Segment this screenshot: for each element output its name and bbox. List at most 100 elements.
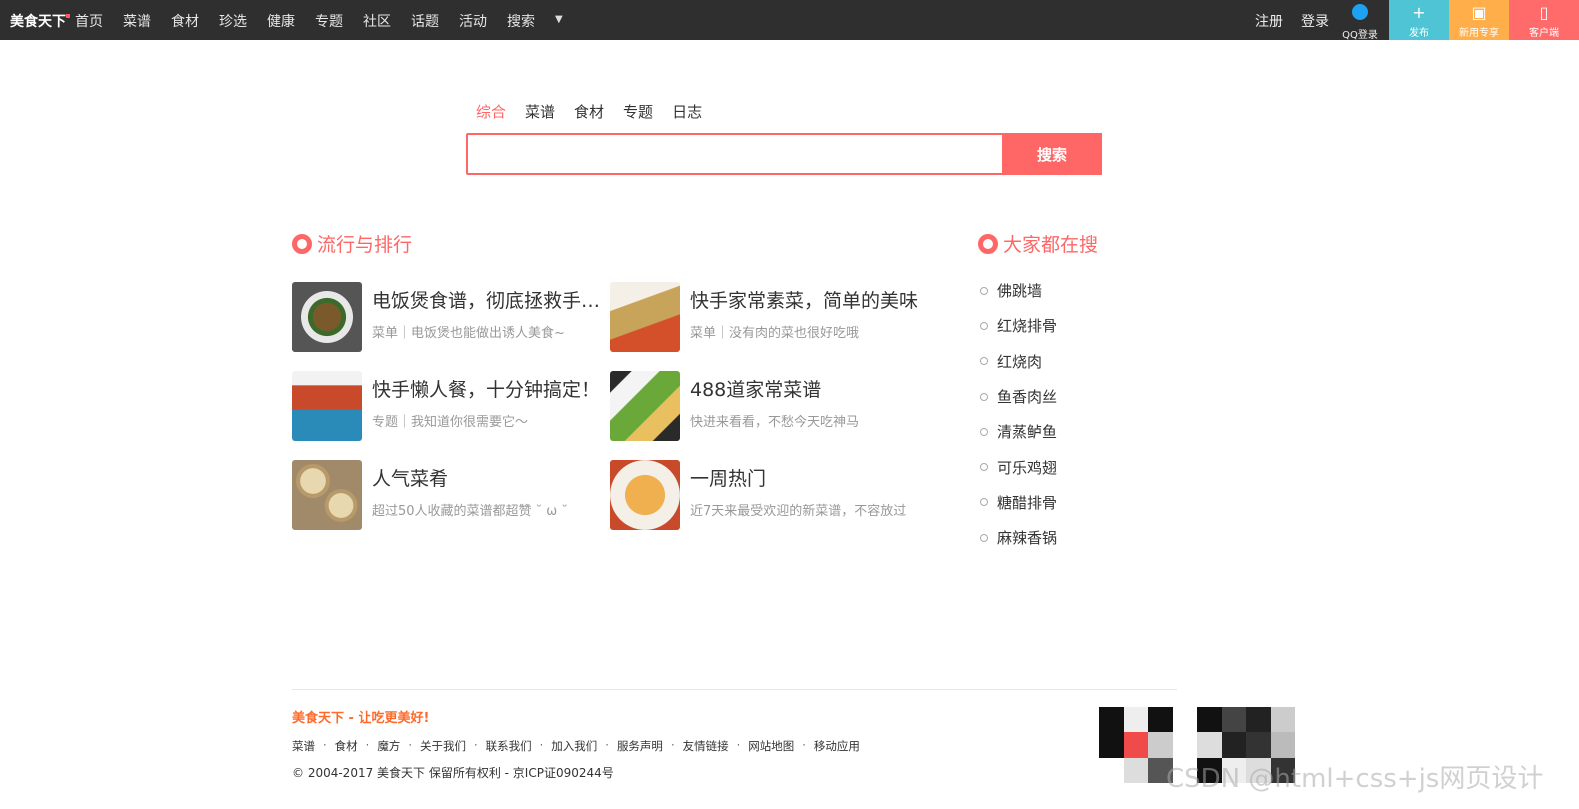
hot-search-title-text: 大家都在搜 (1003, 234, 1099, 256)
footer-link[interactable]: 加入我们 (551, 738, 597, 754)
hot-search-label: 清蒸鲈鱼 (997, 423, 1058, 442)
footer-link[interactable]: 联系我们 (486, 738, 532, 754)
separator: · (473, 738, 478, 752)
copyright-text: © 2004-2017 美食天下 保留所有权利 - 京ICP证090244号 (292, 766, 614, 780)
separator: · (736, 738, 741, 752)
separator: · (323, 738, 327, 752)
card-title: 电饭煲食谱，彻底拯救手残党 (372, 290, 612, 312)
search-box: 搜索 (466, 133, 1102, 175)
hot-search-item[interactable]: 鱼香肉丝 (980, 379, 1057, 414)
hot-search-label: 麻辣香锅 (997, 529, 1058, 548)
watermark: CSDN @html+css+js网页设计 (1166, 764, 1544, 794)
footer-link[interactable]: 菜谱 (292, 738, 315, 754)
popular-title-text: 流行与排行 (317, 234, 413, 256)
tab-diary[interactable]: 日志 (672, 101, 702, 122)
footer-divider (292, 689, 1177, 690)
caret-down-icon[interactable]: ▼ (555, 14, 563, 31)
footer-link[interactable]: 服务声明 (617, 738, 663, 754)
search-tabs: 综合 菜谱 食材 专题 日志 (476, 101, 702, 122)
separator: · (539, 738, 544, 752)
hot-search-label: 红烧肉 (997, 352, 1043, 371)
main-nav: 首页 菜谱 食材 珍选 健康 专题 社区 话题 活动 搜索 ▼ (75, 11, 563, 31)
card-desc: 快进来看看，不愁今天吃神马 (690, 415, 860, 430)
recipe-thumbnail (292, 460, 362, 530)
tab-all[interactable]: 综合 (476, 101, 506, 122)
gift-label: 新用专享 (1459, 28, 1499, 39)
footer-links: 菜谱 · 食材 · 魔方 · 关于我们 · 联系我们 · 加入我们 · 服务声明 · 友情链接… (292, 738, 860, 754)
nav-topics[interactable]: 专题 (315, 11, 343, 31)
search-input[interactable] (468, 135, 1004, 173)
qq-login-button[interactable] (1339, 4, 1381, 22)
popular-card[interactable]: 488道家常菜谱 快进来看看，不愁今天吃神马 (610, 371, 930, 441)
card-desc: 菜单｜电饭煲也能做出诱人美食~ (372, 326, 565, 341)
hot-search-item[interactable]: 佛跳墙 (980, 273, 1057, 308)
card-title: 人气菜肴 (372, 468, 449, 490)
nav-home[interactable]: 首页 (75, 11, 103, 31)
popular-card[interactable]: 一周热门 近7天来最受欢迎的新菜谱，不容放过 (610, 460, 930, 530)
card-title: 快手家常素菜，简单的美味 (690, 290, 919, 312)
nav-events[interactable]: 活动 (459, 11, 487, 31)
hot-search-item[interactable]: 麻辣香锅 (980, 520, 1057, 555)
hot-search-list: 佛跳墙 红烧排骨 红烧肉 鱼香肉丝 清蒸鲈鱼 可乐鸡翅 糖醋排骨 麻辣香锅 (980, 273, 1057, 555)
hot-search-item[interactable]: 糖醋排骨 (980, 485, 1057, 520)
plus-icon: + (1412, 3, 1426, 22)
nav-selection[interactable]: 珍选 (219, 11, 247, 31)
tab-ingredients[interactable]: 食材 (574, 101, 604, 122)
ring-icon (292, 233, 312, 254)
login-link[interactable]: 登录 (1301, 11, 1329, 31)
register-link[interactable]: 注册 (1255, 11, 1283, 31)
publish-button[interactable]: + 发布 (1389, 0, 1449, 40)
tab-topics[interactable]: 专题 (623, 101, 653, 122)
footer-slogan: 美食天下 - 让吃更美好! (292, 711, 430, 726)
popular-card[interactable]: 人气菜肴 超过50人收藏的菜谱都超赞 ˘ ω ˘ (292, 460, 612, 530)
hot-search-item[interactable]: 可乐鸡翅 (980, 449, 1057, 484)
popular-card[interactable]: 快手懒人餐，十分钟搞定！ 专题｜我知道你很需要它～ (292, 371, 612, 441)
phone-icon: ▯ (1539, 3, 1549, 22)
bullet-icon (980, 498, 988, 507)
bullet-icon (980, 357, 988, 366)
popular-card[interactable]: 电饭煲食谱，彻底拯救手残党 菜单｜电饭煲也能做出诱人美食~ (292, 282, 612, 352)
footer-link[interactable]: 关于我们 (420, 738, 466, 754)
qq-login-label: QQ登录 (1342, 30, 1378, 41)
hot-search-label: 糖醋排骨 (997, 493, 1058, 512)
account-links: 注册 登录 (1255, 11, 1329, 31)
footer-link[interactable]: 食材 (335, 738, 358, 754)
card-desc: 超过50人收藏的菜谱都超赞 ˘ ω ˘ (372, 504, 568, 519)
separator: · (605, 738, 609, 752)
bullet-icon (980, 533, 988, 542)
separator: · (408, 738, 412, 752)
separator: · (670, 738, 675, 752)
nav-discussion[interactable]: 话题 (411, 11, 439, 31)
hot-search-item[interactable]: 清蒸鲈鱼 (980, 414, 1057, 449)
nav-community[interactable]: 社区 (363, 11, 391, 31)
card-title: 488道家常菜谱 (690, 379, 822, 401)
nav-recipes[interactable]: 菜谱 (123, 11, 151, 31)
footer-link[interactable]: 移动应用 (814, 738, 860, 754)
bullet-icon (980, 427, 988, 436)
popular-card[interactable]: 快手家常素菜，简单的美味 菜单｜没有肉的菜也很好吃哦 (610, 282, 930, 352)
publish-label: 发布 (1409, 28, 1429, 39)
hot-search-label: 鱼香肉丝 (997, 388, 1058, 407)
recipe-thumbnail (610, 371, 680, 441)
card-desc: 近7天来最受欢迎的新菜谱，不容放过 (690, 504, 907, 519)
ring-icon (978, 233, 998, 254)
hot-search-label: 可乐鸡翅 (997, 458, 1058, 477)
hot-search-item[interactable]: 红烧排骨 (980, 308, 1057, 343)
bullet-icon (980, 321, 988, 330)
site-logo[interactable]: 美食天下 (10, 11, 70, 31)
top-navigation-bar: 美食天下 首页 菜谱 食材 珍选 健康 专题 社区 话题 活动 搜索 ▼ 注册 … (0, 0, 1579, 41)
new-user-gift-button[interactable]: ▣ 新用专享 (1449, 0, 1509, 40)
search-button[interactable]: 搜索 (1002, 133, 1102, 175)
tab-recipes[interactable]: 菜谱 (525, 101, 555, 122)
footer-link[interactable]: 友情链接 (683, 738, 729, 754)
bullet-icon (980, 392, 988, 401)
footer-link[interactable]: 魔方 (377, 738, 400, 754)
nav-health[interactable]: 健康 (267, 11, 295, 31)
hot-search-item[interactable]: 红烧肉 (980, 344, 1057, 379)
recipe-thumbnail (292, 371, 362, 441)
bullet-icon (980, 463, 988, 472)
client-app-button[interactable]: ▯ 客户端 (1509, 0, 1579, 40)
nav-ingredients[interactable]: 食材 (171, 11, 199, 31)
footer-link[interactable]: 网站地图 (748, 738, 794, 754)
nav-search[interactable]: 搜索 (507, 11, 535, 31)
